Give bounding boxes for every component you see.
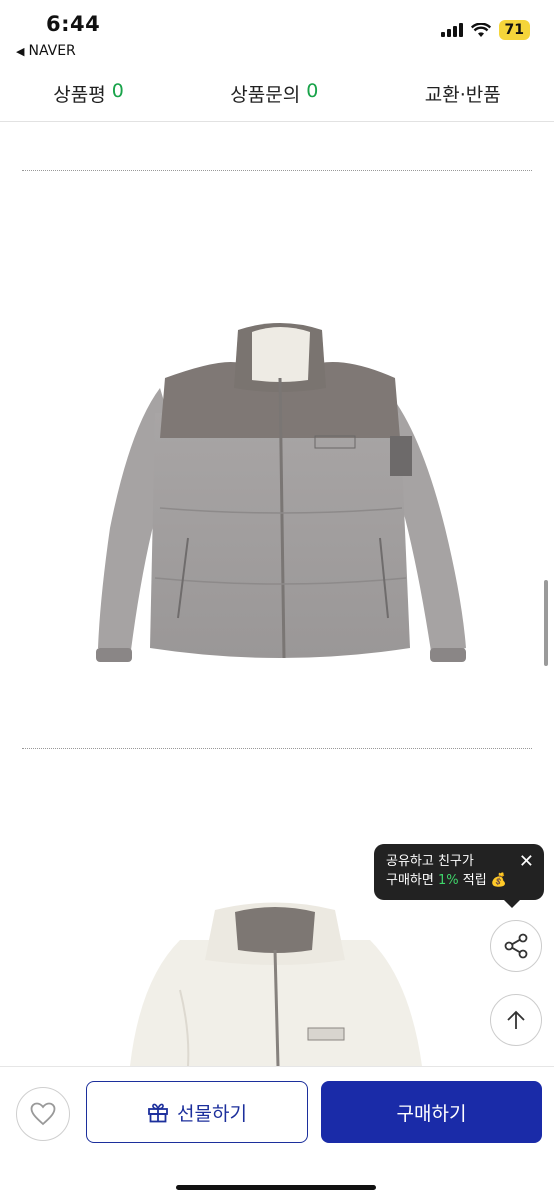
tab-label: 상품평: [53, 84, 106, 106]
tab-reviews[interactable]: 상품평 0: [53, 80, 124, 107]
page-scrollbar[interactable]: [544, 580, 548, 666]
status-icons: 71: [440, 20, 530, 40]
wifi-icon: [470, 22, 491, 37]
divider: [22, 170, 532, 171]
buy-button[interactable]: 구매하기: [321, 1081, 542, 1143]
battery-indicator: 71: [498, 20, 530, 40]
home-indicator[interactable]: [176, 1185, 376, 1190]
wishlist-button[interactable]: [16, 1087, 70, 1141]
gift-button[interactable]: 선물하기: [86, 1081, 308, 1143]
share-button[interactable]: [490, 920, 542, 972]
cellular-signal-icon: [440, 23, 463, 37]
product-image-ivory-jacket: [120, 900, 430, 1066]
status-bar: 6:44 ◀ NAVER 71: [0, 0, 554, 66]
tab-count: 0: [306, 80, 319, 102]
back-to-app-link[interactable]: ◀ NAVER: [16, 43, 76, 59]
tooltip-line1: 공유하고 친구가: [386, 854, 474, 869]
close-icon[interactable]: ✕: [519, 852, 534, 871]
product-tabs: 상품평 0 상품문의 0 교환·반품: [0, 66, 554, 122]
clock: 6:44: [46, 12, 101, 36]
tab-label: 상품문의: [230, 84, 301, 106]
tooltip-line2: 구매하면 1% 적립 💰: [386, 873, 507, 888]
bottom-action-bar: 선물하기 구매하기: [0, 1066, 554, 1200]
tab-inquiries[interactable]: 상품문의 0: [230, 80, 318, 107]
tab-exchange-return[interactable]: 교환·반품: [425, 80, 501, 107]
reward-percent: 1%: [437, 873, 459, 888]
share-reward-tooltip: 공유하고 친구가 구매하면 1% 적립 💰 ✕: [374, 844, 544, 908]
scroll-top-button[interactable]: [490, 994, 542, 1046]
gift-icon: [148, 1103, 168, 1123]
share-icon: [504, 933, 528, 959]
buy-button-label: 구매하기: [396, 1102, 467, 1125]
arrow-up-icon: [507, 1010, 525, 1029]
tab-count: 0: [111, 80, 124, 102]
gift-button-label: 선물하기: [177, 1102, 247, 1125]
back-app-label: NAVER: [28, 43, 76, 59]
heart-icon: [30, 1102, 56, 1126]
money-bag-icon: 💰: [490, 873, 507, 888]
product-image-gray-jacket: [80, 318, 480, 678]
divider: [22, 748, 532, 749]
back-triangle-icon: ◀: [16, 44, 25, 58]
tab-label: 교환·반품: [424, 84, 501, 106]
